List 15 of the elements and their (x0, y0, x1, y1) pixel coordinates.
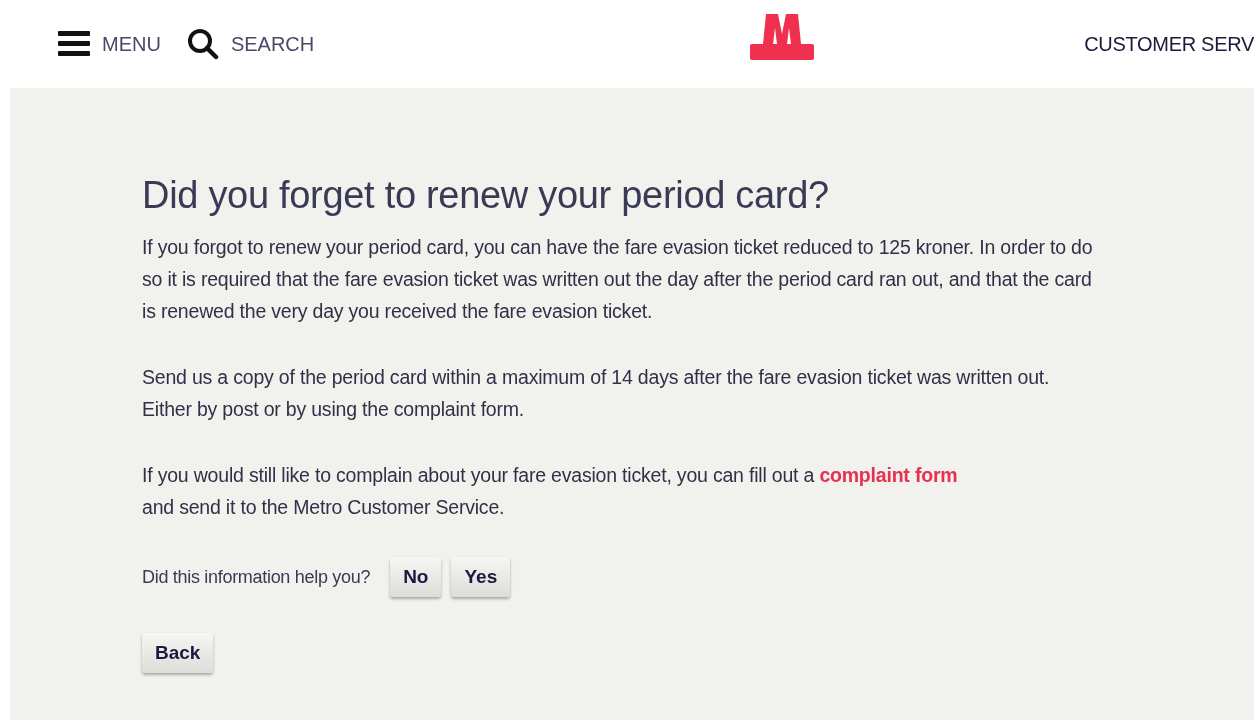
menu-button[interactable]: MENU (58, 31, 161, 57)
paragraph: If you would still like to complain about your fare evasion ticket, you can fill out a complaint form and send it to the Metro Customer Service. (142, 463, 959, 520)
paragraph: Send us a copy of the period card within a maximum of 14 days after the fare evasion ticket was written out. Either by post or by using the complaint form. (142, 365, 1051, 422)
search-button[interactable]: SEARCH (186, 28, 315, 60)
back-button[interactable]: Back (142, 633, 214, 673)
page-title: Did you forget to renew your period card? (142, 174, 830, 217)
no-button[interactable]: No (390, 557, 442, 597)
paragraph: If you forgot to renew your period card, you can have the fare evasion ticket reduced to 125 kroner. In order to do so it is required that the fare evasion ticket was written out the day after the period card ran out, and that the card is renewed the very day you received the fare evasion ticket. (142, 235, 1094, 324)
yes-button[interactable]: Yes (451, 557, 511, 597)
customer-service-link[interactable]: CUSTOMER SERV (1084, 32, 1254, 56)
complaint-form-link[interactable]: complaint form (819, 464, 958, 486)
feedback-question: Did this information help you? (142, 566, 371, 588)
logo-icon[interactable] (750, 14, 814, 60)
search-icon (186, 28, 219, 60)
menu-icon (58, 31, 90, 57)
